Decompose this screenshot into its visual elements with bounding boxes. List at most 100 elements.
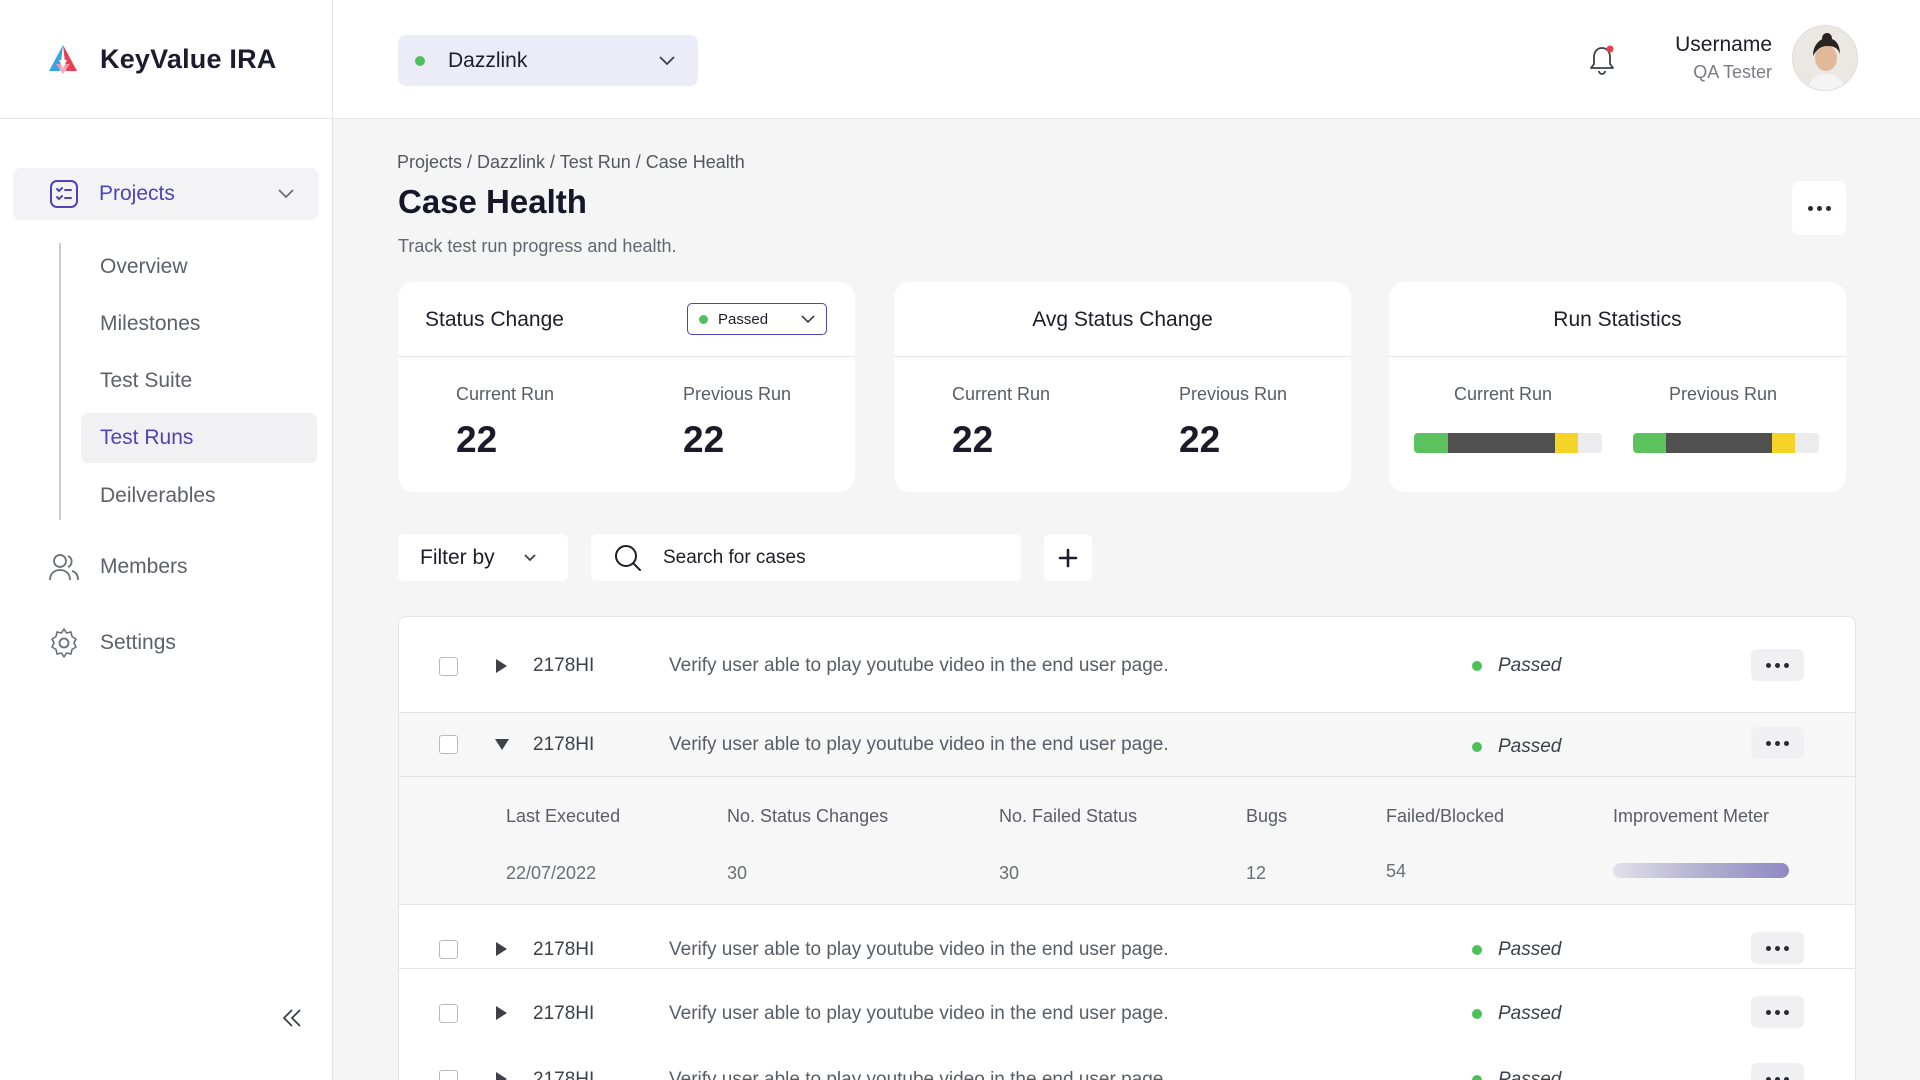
current-run-value: 22 — [952, 419, 994, 460]
status-badge: Passed — [1472, 939, 1561, 961]
row-more-button[interactable] — [1751, 649, 1804, 681]
run-stat-segment — [1447, 433, 1555, 453]
status-badge: Passed — [1472, 1069, 1561, 1080]
row-more-button[interactable] — [1751, 932, 1804, 964]
case-description: Verify user able to play youtube video i… — [669, 734, 1169, 755]
previous-run-label: Previous Run — [683, 384, 792, 404]
status-badge: Passed — [1472, 736, 1561, 758]
sidebar-item-members[interactable]: Members — [48, 552, 188, 582]
sidebar-item-deliverables[interactable]: Deilverables — [81, 471, 317, 521]
sidebar-item-overview[interactable]: Overview — [81, 242, 317, 292]
run-stat-segment — [1414, 433, 1448, 453]
current-run-label: Current Run — [1454, 384, 1553, 404]
expand-caret-icon[interactable] — [494, 1071, 508, 1080]
gear-icon — [51, 628, 77, 658]
sidebar-item-settings[interactable]: Settings — [48, 627, 176, 659]
add-case-button[interactable] — [1044, 534, 1092, 581]
table-row-expanded[interactable]: 2178HI Verify user able to play youtube … — [399, 713, 1855, 777]
row-checkbox[interactable] — [439, 1070, 458, 1080]
more-icon — [1766, 740, 1789, 746]
previous-run-stat-bar — [1633, 433, 1819, 453]
case-id: 2178HI — [533, 1003, 595, 1024]
card-title: Run Statistics — [1553, 308, 1682, 331]
page-title: Case Health — [398, 183, 587, 220]
filter-by-button[interactable]: Filter by — [398, 534, 568, 581]
row-more-button[interactable] — [1751, 727, 1804, 759]
detail-value-failed-blocked: 54 — [1386, 861, 1407, 881]
keyvalue-logo-icon — [49, 45, 77, 74]
row-more-button[interactable] — [1751, 996, 1804, 1028]
run-stat-segment — [1666, 433, 1773, 453]
sidebar-item-projects[interactable]: Projects — [13, 168, 319, 220]
page-more-button[interactable] — [1792, 181, 1846, 235]
run-statistics-card: Run Statistics Current Run Previous Run — [1389, 282, 1846, 492]
status-dot — [1472, 945, 1482, 955]
brand: KeyValue IRA — [0, 0, 332, 119]
case-id: 2178HI — [533, 1069, 595, 1080]
filter-by-label: Filter by — [420, 545, 495, 569]
bell-icon — [1590, 45, 1614, 75]
username: Username — [1675, 33, 1772, 56]
detail-header-status-changes: No. Status Changes — [727, 806, 889, 826]
project-select[interactable]: Dazzlink — [398, 35, 698, 86]
user-role: QA Tester — [1693, 62, 1772, 82]
row-checkbox[interactable] — [439, 657, 458, 676]
status-filter-dropdown[interactable]: Passed — [687, 303, 827, 335]
expand-caret-icon[interactable] — [494, 1005, 508, 1021]
row-detail-panel: Last Executed No. Status Changes No. Fai… — [399, 777, 1855, 905]
sidebar-item-label: Projects — [99, 182, 175, 205]
status-dot — [699, 315, 708, 324]
card-header: Run Statistics — [1389, 282, 1846, 357]
status-dot — [1472, 661, 1482, 671]
previous-run-value: 22 — [683, 419, 725, 460]
collapse-sidebar-button[interactable] — [280, 1006, 304, 1035]
card-header: Status Change Passed — [398, 282, 855, 357]
expand-caret-icon[interactable] — [494, 941, 508, 957]
card-header: Avg Status Change — [894, 282, 1351, 357]
table-row[interactable]: 2178HI Verify user able to play youtube … — [399, 1033, 1855, 1080]
row-checkbox[interactable] — [439, 735, 458, 754]
detail-header-improvement-meter: Improvement Meter — [1613, 806, 1770, 826]
sidebar-item-test-runs[interactable]: Test Runs — [81, 413, 317, 463]
case-description: Verify user able to play youtube video i… — [669, 655, 1169, 676]
breadcrumb: Projects / Dazzlink / Test Run / Case He… — [397, 152, 745, 172]
search-input[interactable] — [663, 546, 1003, 569]
chevron-down-icon — [801, 315, 815, 324]
previous-run-label: Previous Run — [1669, 384, 1778, 404]
sidebar-item-test-suite[interactable]: Test Suite — [81, 356, 317, 406]
table-row[interactable]: 2178HI Verify user able to play youtube … — [399, 617, 1855, 713]
table-row[interactable]: 2178HI Verify user able to play youtube … — [399, 969, 1855, 1033]
top-header: Dazzlink Username QA Tester — [333, 0, 1920, 119]
detail-header-failed-blocked: Failed/Blocked — [1386, 806, 1505, 826]
run-stat-segment — [1554, 433, 1578, 453]
more-icon — [1766, 1076, 1789, 1080]
run-stat-segment — [1633, 433, 1667, 453]
status-badge: Passed — [1472, 1003, 1561, 1025]
case-description: Verify user able to play youtube video i… — [669, 939, 1169, 960]
row-checkbox[interactable] — [439, 940, 458, 959]
run-stat-segment — [1577, 433, 1602, 453]
status-text: Passed — [1498, 939, 1562, 960]
search-bar[interactable] — [591, 534, 1021, 581]
status-change-card: Status Change Passed Current Run 22 Prev… — [398, 282, 855, 492]
card-title: Status Change — [425, 308, 564, 331]
status-dot — [1472, 742, 1482, 752]
status-dot — [415, 56, 425, 66]
previous-run-label: Previous Run — [1179, 384, 1288, 404]
sidebar-item-milestones[interactable]: Milestones — [81, 299, 317, 349]
expand-caret-icon[interactable] — [494, 658, 508, 674]
table-row[interactable]: 2178HI Verify user able to play youtube … — [399, 905, 1855, 969]
row-checkbox[interactable] — [439, 1004, 458, 1023]
row-more-button[interactable] — [1751, 1063, 1804, 1080]
avg-status-change-card: Avg Status Change Current Run 22 Previou… — [894, 282, 1351, 492]
current-run-column: Current Run 22 — [952, 384, 1050, 461]
chevron-down-icon — [278, 189, 294, 199]
card-title: Avg Status Change — [1032, 308, 1213, 331]
avatar[interactable] — [1792, 25, 1858, 91]
collapse-caret-icon[interactable] — [494, 737, 510, 751]
case-description: Verify user able to play youtube video i… — [669, 1069, 1169, 1080]
notifications-button[interactable] — [1587, 43, 1617, 82]
status-text: Passed — [1498, 655, 1562, 676]
current-run-value: 22 — [456, 419, 498, 460]
detail-value-last-executed: 22/07/2022 — [506, 863, 597, 883]
